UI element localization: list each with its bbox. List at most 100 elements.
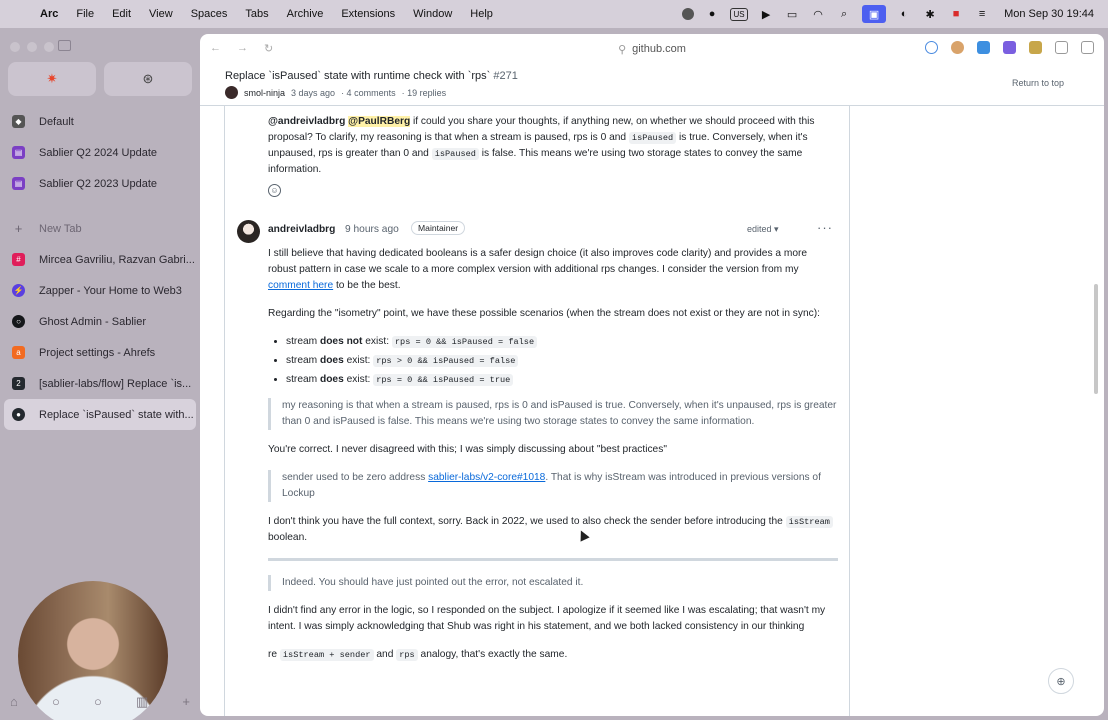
comment-text: boolean. bbox=[268, 532, 308, 543]
space-icon[interactable]: ○ bbox=[94, 694, 102, 710]
page-scrollbar[interactable] bbox=[1094, 284, 1098, 394]
tray-ghost-icon[interactable]: ● bbox=[704, 6, 720, 22]
issue-title: Replace `isPaused` state with runtime ch… bbox=[225, 70, 518, 82]
extension-info-icon[interactable] bbox=[925, 41, 938, 54]
wifi-icon[interactable]: ◠ bbox=[810, 6, 826, 22]
add-reaction-smiley-icon[interactable]: ☺ bbox=[268, 184, 281, 197]
tab-github-flow[interactable]: 2 [sablier-labs/flow] Replace `is... bbox=[4, 368, 196, 399]
ghost-icon: ○ bbox=[12, 315, 25, 328]
menu-tray: ● US ▶ ▭ ◠ ⌕ ▣ ◐ ✱ ■ ≡ Mon Sep 30 19:44 bbox=[682, 0, 1094, 28]
comment-here-link[interactable]: comment here bbox=[268, 280, 333, 291]
back-icon[interactable]: ← bbox=[210, 42, 221, 55]
list-text: stream bbox=[286, 355, 320, 366]
extensions-bar bbox=[925, 41, 1094, 54]
copilot-icon[interactable]: ⊕ bbox=[1048, 668, 1074, 694]
tab-label: [sablier-labs/flow] Replace `is... bbox=[39, 377, 192, 390]
close-window-button[interactable] bbox=[10, 42, 20, 52]
extension-bird-icon[interactable] bbox=[1003, 41, 1016, 54]
control-center-icon[interactable]: ≡ bbox=[974, 6, 990, 22]
bug-icon[interactable]: ✱ bbox=[922, 6, 938, 22]
menu-edit[interactable]: Edit bbox=[112, 8, 131, 20]
mention-paulrberg[interactable]: @PaulRBerg bbox=[348, 116, 411, 127]
tag-icon: ◆ bbox=[12, 115, 25, 128]
menu-view[interactable]: View bbox=[149, 8, 173, 20]
tab-slack[interactable]: # Mircea Gavriliu, Razvan Gabri... bbox=[4, 244, 196, 275]
menu-help[interactable]: Help bbox=[470, 8, 493, 20]
edited-dropdown[interactable]: edited ▾ bbox=[747, 224, 779, 235]
sidebar-toggle-icon[interactable] bbox=[58, 40, 71, 51]
comment-body-2: I still believe that having dedicated bo… bbox=[268, 246, 838, 675]
extension-cookie-icon[interactable] bbox=[951, 41, 964, 54]
red-app-icon[interactable]: ■ bbox=[948, 6, 964, 22]
minimize-window-button[interactable] bbox=[27, 42, 37, 52]
menu-archive[interactable]: Archive bbox=[287, 8, 324, 20]
tab-label: Mircea Gavriliu, Razvan Gabri... bbox=[39, 253, 195, 266]
library-icon[interactable]: ▥ bbox=[136, 694, 148, 710]
new-tab-button[interactable]: + New Tab bbox=[4, 213, 196, 244]
extension-menu-icon[interactable] bbox=[1055, 41, 1068, 54]
comment-body-1: @andreivladbrg @PaulRBerg if could you s… bbox=[268, 114, 838, 190]
extension-k-icon[interactable] bbox=[977, 41, 990, 54]
doc-icon: ▤ bbox=[12, 177, 25, 190]
split-view-icon[interactable] bbox=[1081, 41, 1094, 54]
zoom-window-button[interactable] bbox=[44, 42, 54, 52]
inline-code: isStream + sender bbox=[279, 649, 374, 661]
menu-tabs[interactable]: Tabs bbox=[245, 8, 268, 20]
menu-window[interactable]: Window bbox=[413, 8, 452, 20]
arc-sidebar: ✷ ⊛ ◆ Default ▤ Sablier Q2 2024 Update ▤… bbox=[0, 28, 200, 720]
screen-record-icon[interactable]: ▣ bbox=[862, 5, 887, 23]
input-source-indicator[interactable]: US bbox=[730, 7, 749, 21]
sidebar-item-q2-2023[interactable]: ▤ Sablier Q2 2023 Update bbox=[4, 168, 196, 199]
tab-github-issue[interactable]: ● Replace `isPaused` state with... bbox=[4, 399, 196, 430]
tray-app-icon[interactable] bbox=[682, 8, 695, 20]
tab-ghost[interactable]: ○ Ghost Admin - Sablier bbox=[4, 306, 196, 337]
inline-code: isPaused bbox=[431, 148, 479, 160]
return-to-top-link[interactable]: Return to top bbox=[1012, 78, 1064, 88]
blockquote: my reasoning is that when a stream is pa… bbox=[268, 398, 838, 430]
space-icon[interactable]: ○ bbox=[52, 694, 60, 710]
sidebar-item-label: Sablier Q2 2024 Update bbox=[39, 146, 158, 159]
forward-icon[interactable]: → bbox=[237, 42, 248, 55]
scenario-list: stream does not exist: rps = 0 && isPaus… bbox=[286, 334, 838, 388]
comment-text: re bbox=[268, 649, 280, 660]
menu-spaces[interactable]: Spaces bbox=[191, 8, 228, 20]
issue-comment-count: · 4 comments bbox=[341, 87, 396, 98]
play-icon[interactable]: ▶ bbox=[758, 6, 774, 22]
author-avatar[interactable] bbox=[225, 86, 238, 99]
tab-label: Ghost Admin - Sablier bbox=[39, 315, 146, 328]
reload-icon[interactable]: ↻ bbox=[264, 42, 273, 55]
list-item: stream does not exist: rps = 0 && isPaus… bbox=[286, 334, 838, 350]
blockquote: sender used to be zero address sablier-l… bbox=[268, 470, 838, 502]
sidebar-item-q2-2024[interactable]: ▤ Sablier Q2 2024 Update bbox=[4, 137, 196, 168]
list-bold: does bbox=[319, 355, 344, 366]
search-icon[interactable]: ⌕ bbox=[836, 6, 852, 22]
quote-text: sender used to be zero address bbox=[282, 472, 429, 483]
menu-app-name[interactable]: Arc bbox=[40, 8, 58, 20]
github-icon: 2 bbox=[12, 377, 25, 390]
favorite-tab-2[interactable]: ⊛ bbox=[104, 62, 192, 96]
menu-extensions[interactable]: Extensions bbox=[341, 8, 395, 20]
comment-text: Regarding the "isometry" point, we have … bbox=[268, 308, 820, 319]
archive-icon[interactable]: ⌂ bbox=[10, 694, 18, 710]
list-text: exist: bbox=[343, 374, 374, 385]
avatar[interactable] bbox=[237, 220, 260, 243]
issue-author[interactable]: smol-ninja bbox=[244, 88, 285, 98]
address-field[interactable]: ⚲ github.com bbox=[618, 43, 686, 56]
add-space-icon[interactable]: + bbox=[182, 694, 190, 710]
mention-andreivladbrg[interactable]: @andreivladbrg bbox=[268, 116, 345, 127]
issue-meta: smol-ninja 3 days ago · 4 comments · 19 … bbox=[225, 86, 446, 99]
menu-file[interactable]: File bbox=[76, 8, 94, 20]
tab-zapper[interactable]: ⚡ Zapper - Your Home to Web3 bbox=[4, 275, 196, 306]
url-bar: ← → ↻ ⚲ github.com bbox=[200, 34, 1104, 64]
v2-core-1018-link[interactable]: sablier-labs/v2-core#1018 bbox=[428, 472, 545, 483]
sidebar-item-default[interactable]: ◆ Default bbox=[4, 106, 196, 137]
tab-ahrefs[interactable]: a Project settings - Ahrefs bbox=[4, 337, 196, 368]
menu-clock[interactable]: Mon Sep 30 19:44 bbox=[1004, 8, 1094, 20]
extension-r-icon[interactable] bbox=[1029, 41, 1042, 54]
battery-icon[interactable]: ▭ bbox=[784, 6, 800, 22]
comment-timestamp[interactable]: 9 hours ago bbox=[345, 224, 399, 235]
favorite-tab-1[interactable]: ✷ bbox=[8, 62, 96, 96]
more-options-icon[interactable]: ··· bbox=[817, 220, 833, 235]
focus-icon[interactable]: ◐ bbox=[896, 6, 912, 22]
comment-author[interactable]: andreivladbrg bbox=[268, 224, 335, 235]
